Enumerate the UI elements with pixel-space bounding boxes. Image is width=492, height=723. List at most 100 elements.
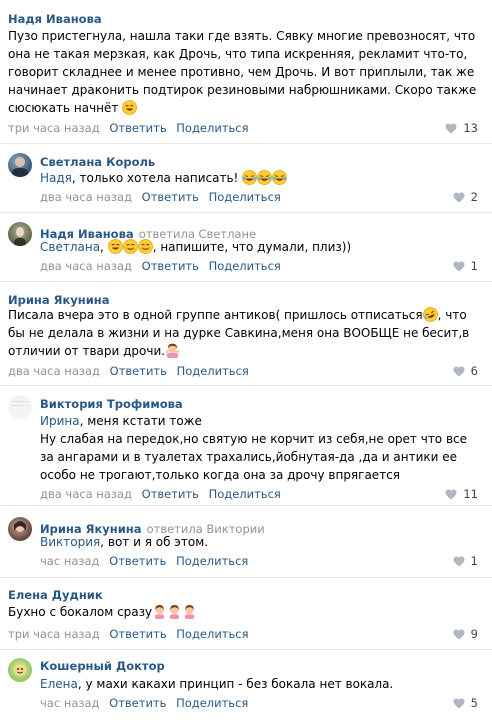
comment-author[interactable]: Светлана Король (40, 155, 155, 169)
comment-item: Елена Дудник Бухно с бокалом сразу три ч… (0, 577, 492, 649)
heart-icon (453, 556, 465, 566)
share-button[interactable]: Поделиться (209, 190, 281, 204)
reply-button[interactable]: Ответить (142, 190, 199, 204)
comment-item: Надя Иванова Пузо пристегнула, нашла так… (0, 0, 492, 143)
heart-icon (445, 489, 457, 499)
like-button[interactable]: 6 (453, 364, 478, 378)
comment-text: Светлана, , напишите, что думали, плиз)) (40, 239, 352, 254)
avatar[interactable] (8, 658, 32, 682)
comment-text: Писала вчера это в одной группе антиков(… (8, 307, 470, 358)
comment-time[interactable]: два часа назад (40, 259, 132, 273)
like-count: 13 (463, 121, 478, 135)
comment-time[interactable]: два часа назад (40, 190, 132, 204)
reply-button[interactable]: Ответить (109, 627, 166, 641)
like-button[interactable]: 2 (453, 190, 478, 204)
avatar[interactable] (8, 395, 32, 419)
like-button[interactable]: 5 (453, 696, 478, 710)
avatar-image (12, 157, 28, 177)
comment-author[interactable]: Виктория Трофимова (40, 397, 183, 411)
comment-text: Бухно с бокалом сразу (8, 603, 197, 621)
comment-meta: два часа назад Ответить Поделиться (8, 364, 249, 378)
comment-item: Ирина Якунина Писала вчера это в одной г… (0, 281, 492, 385)
avatar-image (14, 521, 26, 532)
heart-icon (453, 261, 465, 271)
comment-meta: три часа назад Ответить Поделиться (8, 627, 249, 641)
avatar-image (12, 401, 28, 406)
comment-meta: два часа назад Ответить Поделиться (40, 259, 281, 273)
smile-emoji-icon (122, 100, 138, 115)
woman-emoji-icon (154, 604, 165, 619)
comment-item: Ирина Якунина ответила Виктории Виктория… (0, 505, 492, 577)
comments-page: Надя Иванова Пузо пристегнула, нашла так… (0, 0, 492, 723)
comment-time[interactable]: час назад (40, 554, 100, 568)
like-button[interactable]: 11 (445, 487, 478, 501)
mention-link[interactable]: Елена (40, 677, 78, 691)
comment-time[interactable]: два часа назад (8, 364, 100, 378)
avatar[interactable] (8, 222, 32, 246)
laughing-tears-emoji-icon (242, 170, 258, 185)
avatar[interactable] (8, 153, 32, 177)
like-count: 5 (470, 696, 478, 710)
avatar-image (14, 227, 26, 246)
laughing-tears-emoji-icon (257, 170, 273, 185)
share-button[interactable]: Поделиться (176, 554, 248, 568)
reply-button[interactable]: Ответить (142, 259, 199, 273)
share-button[interactable]: Поделиться (176, 696, 248, 710)
share-button[interactable]: Поделиться (176, 627, 248, 641)
like-count: 1 (470, 554, 478, 568)
avatar-image (14, 664, 26, 676)
reply-button[interactable]: Ответить (109, 554, 166, 568)
comment-text: Пузо пристегнула, нашла таки где взять. … (8, 29, 477, 115)
reply-button[interactable]: Ответить (109, 696, 166, 710)
comment-author[interactable]: Надя Иванова (8, 12, 102, 26)
share-button[interactable]: Поделиться (209, 487, 281, 501)
heart-icon (453, 698, 465, 708)
comment-item: Кошерный Доктор Елена, у махи какахи при… (0, 649, 492, 723)
mention-link[interactable]: Ирина (40, 414, 80, 428)
like-count: 1 (470, 259, 478, 273)
share-button[interactable]: Поделиться (177, 364, 249, 378)
comment-item: Виктория Трофимова Ирина, меня кстати то… (0, 385, 492, 505)
comment-item: Светлана Король Надя, только хотела напи… (0, 143, 492, 212)
reply-button[interactable]: Ответить (110, 364, 167, 378)
heart-icon (445, 123, 457, 133)
like-button[interactable]: 9 (453, 627, 478, 641)
comment-time[interactable]: час назад (40, 696, 100, 710)
comment-author[interactable]: Кошерный Доктор (40, 659, 165, 673)
comment-text: Ирина, меня кстати тоже Ну слабая на пер… (40, 414, 468, 482)
comment-meta: два часа назад Ответить Поделиться (40, 487, 281, 501)
comment-time[interactable]: три часа назад (8, 121, 100, 135)
comment-meta: час назад Ответить Поделиться (40, 554, 248, 568)
share-button[interactable]: Поделиться (209, 259, 281, 273)
like-button[interactable]: 13 (445, 121, 478, 135)
laughing-tears-emoji-icon (272, 170, 288, 185)
like-count: 6 (470, 364, 478, 378)
reply-button[interactable]: Ответить (109, 121, 166, 135)
comment-author[interactable]: Елена Дудник (8, 588, 103, 602)
like-count: 2 (470, 190, 478, 204)
comment-meta: три часа назад Ответить Поделиться (8, 121, 249, 135)
heart-icon (453, 366, 465, 376)
comment-meta: два часа назад Ответить Поделиться (40, 190, 281, 204)
like-button[interactable]: 1 (453, 554, 478, 568)
comment-author[interactable]: Ирина Якунина (8, 293, 110, 307)
like-button[interactable]: 1 (453, 259, 478, 273)
smiling-emoji-icon (122, 239, 138, 254)
comment-time[interactable]: два часа назад (40, 487, 132, 501)
woman-emoji-icon (169, 604, 180, 619)
mention-link[interactable]: Надя (40, 171, 72, 185)
reply-button[interactable]: Ответить (142, 487, 199, 501)
comment-time[interactable]: три часа назад (8, 627, 100, 641)
mention-link[interactable]: Виктория (40, 535, 100, 549)
woman-emoji-icon (184, 604, 195, 619)
mention-link[interactable]: Светлана (40, 240, 100, 254)
share-button[interactable]: Поделиться (176, 121, 248, 135)
comment-text: Виктория, вот и я об этом. (40, 535, 209, 549)
heart-icon (453, 629, 465, 639)
smiling-emoji-icon (137, 239, 153, 254)
avatar[interactable] (8, 517, 32, 541)
heart-icon (453, 192, 465, 202)
comment-meta: час назад Ответить Поделиться (40, 696, 248, 710)
woman-gesturing-emoji-icon (165, 343, 180, 358)
like-count: 11 (463, 487, 478, 501)
